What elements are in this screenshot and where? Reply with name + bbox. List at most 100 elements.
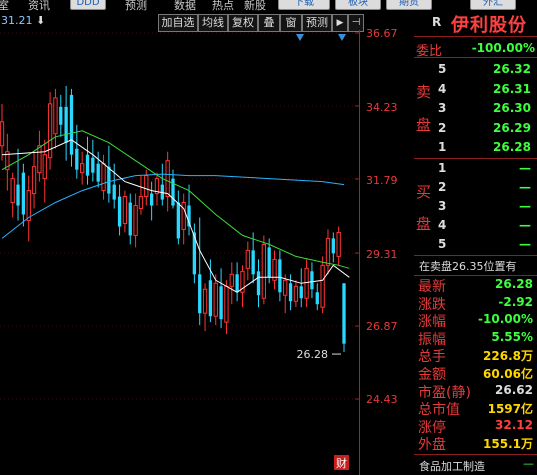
sell-label: 卖 xyxy=(416,83,432,101)
ma-short-line xyxy=(1,139,350,293)
sell-level-1: 1 xyxy=(438,140,447,154)
sell-price-3: 26.30 xyxy=(493,101,531,115)
candle-body xyxy=(149,193,154,206)
candle-body xyxy=(331,238,335,254)
candle-body xyxy=(107,166,111,194)
stat-value: 1597亿 xyxy=(487,402,533,417)
quote-panel: R 伊利股份 委比 -100.00% 卖 盘 5 26.32 4 26.31 3 26.3… xyxy=(414,10,537,475)
candle-body xyxy=(251,250,255,275)
candle-body xyxy=(235,274,239,293)
candle-body xyxy=(256,271,261,296)
candle-body xyxy=(0,121,5,147)
candle-body xyxy=(261,243,267,299)
menu-button-sector[interactable]: 板块 xyxy=(335,0,381,10)
candlestick-chart: 26.28 财 xyxy=(0,30,360,475)
candle-body xyxy=(59,106,63,125)
stat-value: 26.62 xyxy=(495,382,533,397)
candle-body xyxy=(85,154,90,176)
ma-lines xyxy=(1,130,350,293)
marker-triangle-icon xyxy=(296,34,304,41)
buy-price-5: — xyxy=(519,237,531,251)
candle-body xyxy=(165,160,170,198)
y-tick-label: 29.31 xyxy=(366,248,398,261)
candle-body xyxy=(299,286,303,299)
menu-item-hot[interactable]: 热点 xyxy=(212,0,234,12)
ma-mid-line xyxy=(1,130,350,269)
candle-body xyxy=(219,286,223,320)
candle-body xyxy=(112,184,116,200)
chart-marks: 26.28 财 xyxy=(296,34,349,470)
price-value: 31.21 xyxy=(1,14,33,27)
divider xyxy=(414,454,537,455)
candle-body xyxy=(293,285,299,302)
candle-body xyxy=(21,172,26,215)
y-tick-label: 36.67 xyxy=(366,27,398,40)
menu-item-ipo[interactable]: 新股 xyxy=(244,0,266,12)
status-line: 在卖盘26.35位置有 xyxy=(419,260,517,273)
stat-value: 155.1万 xyxy=(483,437,533,452)
buy-price-1: — xyxy=(519,161,531,175)
sell-label: 盘 xyxy=(416,116,432,134)
buy-price-2: — xyxy=(519,180,531,194)
menu-button-download[interactable]: 下载 xyxy=(278,0,330,10)
stock-name: 伊利股份 xyxy=(451,15,527,36)
buy-level-1: 1 xyxy=(438,161,447,175)
stat-value: 60.06亿 xyxy=(483,367,533,381)
candle-body xyxy=(213,282,218,317)
candle-body xyxy=(278,259,282,293)
candle-body xyxy=(117,196,122,227)
menu-button-forex[interactable]: 外汇 xyxy=(470,0,516,10)
industry-tail: — xyxy=(523,457,534,470)
menu-button-ddd[interactable]: DDD xyxy=(70,0,106,10)
buy-label: 盘 xyxy=(416,215,432,233)
candle-body xyxy=(224,285,229,323)
sell-price-1: 26.28 xyxy=(493,140,531,154)
candle-body xyxy=(310,271,314,290)
stock-header: R 伊利股份 xyxy=(414,10,537,36)
candle-body xyxy=(31,166,37,195)
menu-item-news[interactable]: 资讯 xyxy=(28,0,50,12)
r-badge: R xyxy=(432,15,442,29)
candle-body xyxy=(42,154,47,180)
sell-level-5: 5 xyxy=(438,62,447,76)
candle-body xyxy=(101,163,106,192)
buy-price-3: — xyxy=(519,199,531,213)
arrow-down-icon: ⬇ xyxy=(36,14,46,27)
candle-body xyxy=(26,190,31,221)
candle-body xyxy=(304,267,309,299)
stat-value: 32.12 xyxy=(495,417,533,432)
candle-body xyxy=(69,94,74,155)
last-close-label: 26.28 xyxy=(297,348,329,361)
candle-body xyxy=(16,184,20,206)
current-price-label: 31.21 ⬇ xyxy=(1,14,45,27)
candle-body xyxy=(208,280,213,317)
divider xyxy=(414,57,537,58)
chart-grid xyxy=(0,30,360,475)
marker-triangle-icon xyxy=(338,34,346,41)
stat-value: -2.92 xyxy=(498,294,533,309)
candle-body xyxy=(138,196,144,210)
sell-level-3: 3 xyxy=(438,101,447,115)
divider xyxy=(414,255,537,256)
weibi-value: -100.00% xyxy=(471,41,535,55)
candle-body xyxy=(79,163,85,174)
divider xyxy=(414,158,537,159)
stat-value: -10.00% xyxy=(478,312,533,327)
candle-body xyxy=(325,237,331,266)
menu-item-forecast[interactable]: 预测 xyxy=(125,0,147,12)
candle-body xyxy=(181,202,186,230)
candle-body xyxy=(144,175,149,198)
y-tick-label: 24.43 xyxy=(366,393,398,406)
candle-body xyxy=(176,202,181,239)
candle-body xyxy=(229,273,234,287)
candle-body xyxy=(64,106,68,143)
buy-level-2: 2 xyxy=(438,180,447,194)
buy-label: 买 xyxy=(416,183,432,201)
stat-value: 26.28 xyxy=(495,277,533,291)
menu-item-room[interactable]: 室 xyxy=(0,0,9,12)
menu-item-data[interactable]: 数据 xyxy=(174,0,196,12)
y-tick-label: 26.87 xyxy=(366,320,398,333)
candle-body xyxy=(288,283,293,302)
y-tick-label: 34.23 xyxy=(366,101,398,114)
menu-button-futures[interactable]: 期货 xyxy=(386,0,432,10)
